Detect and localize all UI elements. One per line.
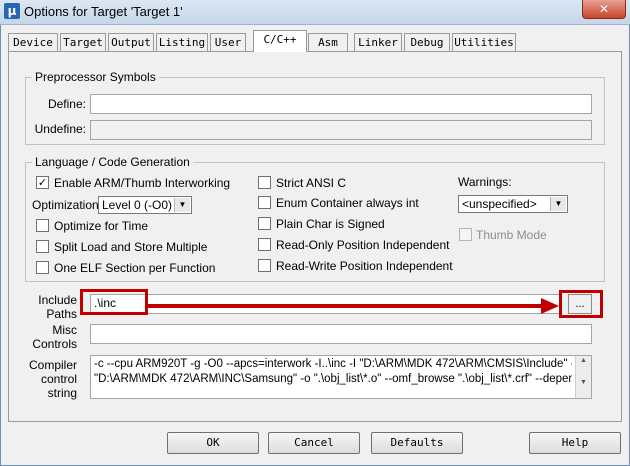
- define-input[interactable]: [90, 94, 592, 114]
- misc-controls-label: Misc Controls: [28, 323, 77, 351]
- optimization-label: Optimization:: [32, 198, 103, 212]
- misc-label-line1: Misc: [52, 323, 77, 337]
- arm-thumb-checkbox[interactable]: ✓: [36, 176, 49, 189]
- cancel-button[interactable]: Cancel: [268, 432, 360, 454]
- highlight-box-include-value: [80, 289, 148, 315]
- arm-thumb-label: Enable ARM/Thumb Interworking: [54, 176, 231, 190]
- warnings-select[interactable]: <unspecified> ▼: [458, 195, 568, 213]
- ro-pi-checkbox[interactable]: [258, 238, 271, 251]
- chevron-down-icon: ▼: [174, 198, 190, 212]
- preprocessor-group-title: Preprocessor Symbols: [32, 70, 159, 84]
- optimize-time-label: Optimize for Time: [54, 219, 149, 233]
- optimize-time-checkbox[interactable]: [36, 219, 49, 232]
- misc-label-line2: Controls: [32, 337, 77, 351]
- compiler-string-line2: "D:\ARM\MDK 472\ARM\INC\Samsung" -o ".\o…: [94, 373, 572, 385]
- ok-button[interactable]: OK: [167, 432, 259, 454]
- rw-pi-label: Read-Write Position Independent: [276, 259, 453, 273]
- one-elf-label: One ELF Section per Function: [54, 261, 216, 275]
- scroll-up-icon[interactable]: ▲: [576, 356, 591, 366]
- tab-listing[interactable]: Listing: [156, 33, 208, 51]
- tab-asm[interactable]: Asm: [308, 33, 348, 51]
- language-group-title: Language / Code Generation: [32, 155, 193, 169]
- plain-char-label: Plain Char is Signed: [276, 217, 385, 231]
- scroll-down-icon[interactable]: ▼: [576, 378, 591, 388]
- compiler-string-line1: -c --cpu ARM920T -g -O0 --apcs=interwork…: [94, 358, 572, 370]
- ro-pi-label: Read-Only Position Independent: [276, 238, 450, 252]
- thumb-mode-checkbox[interactable]: [459, 228, 472, 241]
- tab-linker[interactable]: Linker: [354, 33, 402, 51]
- compiler-string-scrollbar[interactable]: ▲ ▼: [575, 356, 591, 398]
- enum-int-label: Enum Container always int: [276, 196, 419, 210]
- tab-cc[interactable]: C/C++: [253, 30, 307, 52]
- chevron-down-icon: ▼: [550, 197, 566, 211]
- app-icon: µ: [4, 3, 20, 19]
- warnings-value: <unspecified>: [462, 197, 537, 211]
- optimization-value: Level 0 (-O0): [102, 198, 173, 212]
- tab-utilities[interactable]: Utilities: [452, 33, 516, 51]
- rw-pi-checkbox[interactable]: [258, 259, 271, 272]
- tab-target[interactable]: Target: [60, 33, 106, 51]
- close-button[interactable]: ✕: [582, 0, 626, 19]
- split-load-checkbox[interactable]: [36, 240, 49, 253]
- tab-output[interactable]: Output: [108, 33, 154, 51]
- undefine-input[interactable]: [90, 120, 592, 140]
- compiler-label-line1: Compiler: [28, 358, 77, 372]
- enum-int-checkbox[interactable]: [258, 196, 271, 209]
- compiler-control-label: Compiler control string: [28, 358, 77, 400]
- warnings-label: Warnings:: [458, 175, 512, 189]
- split-load-label: Split Load and Store Multiple: [54, 240, 208, 254]
- one-elf-checkbox[interactable]: [36, 261, 49, 274]
- window-title: Options for Target 'Target 1': [24, 4, 183, 19]
- undefine-label: Undefine:: [34, 122, 86, 136]
- compiler-label-line3: string: [47, 386, 77, 400]
- optimization-select[interactable]: Level 0 (-O0) ▼: [98, 196, 192, 214]
- include-label-line1: Include: [38, 293, 77, 307]
- compiler-label-line2: control: [40, 372, 77, 386]
- tab-user[interactable]: User: [210, 33, 246, 51]
- help-button[interactable]: Help: [529, 432, 621, 454]
- thumb-mode-label: Thumb Mode: [476, 228, 547, 242]
- highlight-box-browse-button: [559, 290, 603, 318]
- arrow-head: [541, 298, 559, 314]
- tab-device[interactable]: Device: [8, 33, 58, 51]
- strict-ansi-label: Strict ANSI C: [276, 176, 347, 190]
- compiler-control-string[interactable]: -c --cpu ARM920T -g -O0 --apcs=interwork…: [90, 355, 592, 399]
- plain-char-checkbox[interactable]: [258, 217, 271, 230]
- include-paths-label: Include Paths: [28, 293, 77, 321]
- annotation-arrow-icon: [148, 298, 559, 314]
- misc-controls-input[interactable]: [90, 324, 592, 344]
- define-label: Define:: [47, 97, 86, 111]
- strict-ansi-checkbox[interactable]: [258, 176, 271, 189]
- defaults-button[interactable]: Defaults: [371, 432, 463, 454]
- tab-debug[interactable]: Debug: [404, 33, 450, 51]
- include-label-line2: Paths: [46, 307, 77, 321]
